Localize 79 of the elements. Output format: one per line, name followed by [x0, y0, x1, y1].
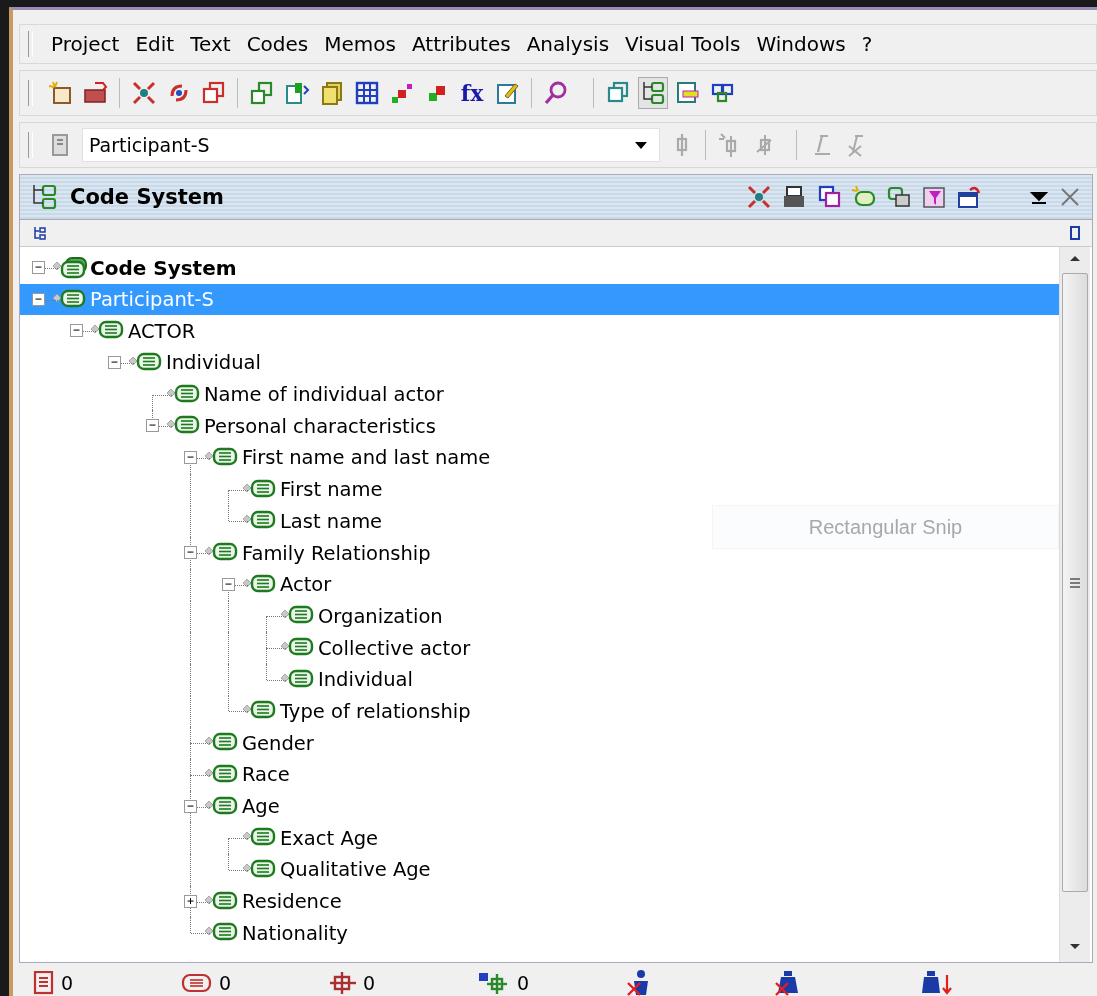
tree-row[interactable]: Residence	[20, 885, 1059, 918]
tree-toggle[interactable]	[184, 799, 197, 813]
code-label[interactable]: Gender	[242, 731, 314, 755]
code-dropdown[interactable]: Participant-S	[82, 128, 660, 162]
tree-toggle[interactable]	[146, 419, 159, 433]
menu-item[interactable]: Memos	[316, 32, 404, 56]
tree-toggle[interactable]	[70, 324, 83, 338]
menu-item[interactable]: Codes	[238, 32, 317, 56]
code-label[interactable]: Individual	[166, 351, 261, 375]
code-label[interactable]: Family Relationship	[242, 541, 431, 565]
tree-row[interactable]: Name of individual actor	[20, 378, 1059, 411]
scrollbar[interactable]	[1059, 247, 1090, 962]
tree-toggle[interactable]	[32, 292, 45, 306]
tree-row[interactable]: Gender	[20, 727, 1059, 759]
code-label[interactable]: Race	[242, 763, 290, 787]
tree-structure-icon[interactable]	[32, 225, 48, 241]
weight-cross-icon	[773, 969, 801, 996]
code-label[interactable]: Name of individual actor	[204, 383, 444, 407]
code-icon	[52, 256, 88, 279]
square-icon[interactable]	[1068, 225, 1082, 241]
tree-row[interactable]: ACTOR	[20, 315, 1059, 348]
code-label[interactable]: Actor	[280, 573, 332, 597]
code-label[interactable]: Residence	[242, 890, 342, 914]
menu-item[interactable]: Windows	[748, 32, 854, 56]
grip-icon	[1068, 576, 1082, 589]
menu-item[interactable]: Edit	[127, 32, 183, 56]
snip-tooltip: Rectangular Snip	[712, 505, 1059, 549]
tree-row[interactable]: Exact Age	[20, 822, 1059, 855]
code-label[interactable]: Code System	[90, 255, 237, 280]
code-label[interactable]: Organization	[318, 604, 443, 628]
tree-row[interactable]: Personal characteristics	[20, 410, 1059, 443]
tree-row[interactable]: Race	[20, 759, 1059, 791]
code-label[interactable]: Collective actor	[318, 636, 471, 660]
code-label[interactable]: First name and last name	[242, 446, 491, 470]
panel-title: Code System	[70, 185, 225, 209]
code-label[interactable]: Exact Age	[280, 826, 379, 850]
code-label[interactable]: Last name	[280, 509, 383, 533]
code-label[interactable]: Age	[242, 795, 280, 819]
tree-row[interactable]: Actor	[20, 568, 1059, 601]
tree-toggle[interactable]	[108, 355, 121, 369]
code-label[interactable]: Nationality	[242, 921, 348, 945]
tree-row[interactable]: Qualitative Age	[20, 854, 1059, 886]
status-count: 0	[363, 972, 376, 994]
menu-item[interactable]: Project	[43, 32, 128, 56]
code-label[interactable]: Individual	[318, 668, 413, 692]
tree-row[interactable]: Individual	[20, 663, 1059, 696]
tree-row[interactable]: Collective actor	[20, 632, 1059, 664]
menu-item[interactable]: Text	[182, 32, 239, 56]
tree-structure-icon	[30, 183, 58, 211]
menu-item[interactable]: Attributes	[403, 32, 519, 56]
menu-item[interactable]: Visual Tools	[617, 32, 749, 56]
code-label[interactable]: ACTOR	[128, 319, 196, 343]
tree-row[interactable]: Individual	[20, 347, 1059, 379]
tree-row[interactable]: First name and last name	[20, 442, 1059, 474]
tree-row[interactable]: First name	[20, 473, 1059, 506]
code-label[interactable]: Personal characteristics	[204, 414, 436, 438]
status-count: 0	[61, 972, 74, 994]
code-label[interactable]: First name	[280, 478, 383, 502]
code-label[interactable]: Qualitative Age	[280, 858, 431, 882]
tree-toggle[interactable]	[184, 894, 197, 908]
tree-toggle[interactable]	[32, 260, 45, 274]
tree-structure-icon[interactable]	[637, 77, 668, 109]
tree-row[interactable]: Organization	[20, 600, 1059, 633]
tree-row[interactable]: Type of relationship	[20, 695, 1059, 728]
tree-toggle[interactable]	[184, 546, 197, 560]
menu-item[interactable]: Analysis	[518, 32, 618, 56]
code-icon	[181, 972, 213, 994]
function-button[interactable]: fx	[457, 80, 487, 106]
document-icon	[33, 971, 55, 995]
tree-row[interactable]: Code System	[20, 252, 1059, 284]
sort-down-icon	[921, 969, 953, 996]
tree-toggle[interactable]	[184, 450, 197, 464]
status-count: 0	[219, 972, 232, 994]
code-label[interactable]: Type of relationship	[280, 699, 471, 723]
tree-row[interactable]: Nationality	[20, 917, 1059, 950]
status-count: 0	[517, 972, 530, 994]
tree-toggle[interactable]	[222, 577, 235, 591]
menu-item[interactable]: ?	[853, 32, 881, 56]
tree-row[interactable]: Age	[20, 790, 1059, 823]
